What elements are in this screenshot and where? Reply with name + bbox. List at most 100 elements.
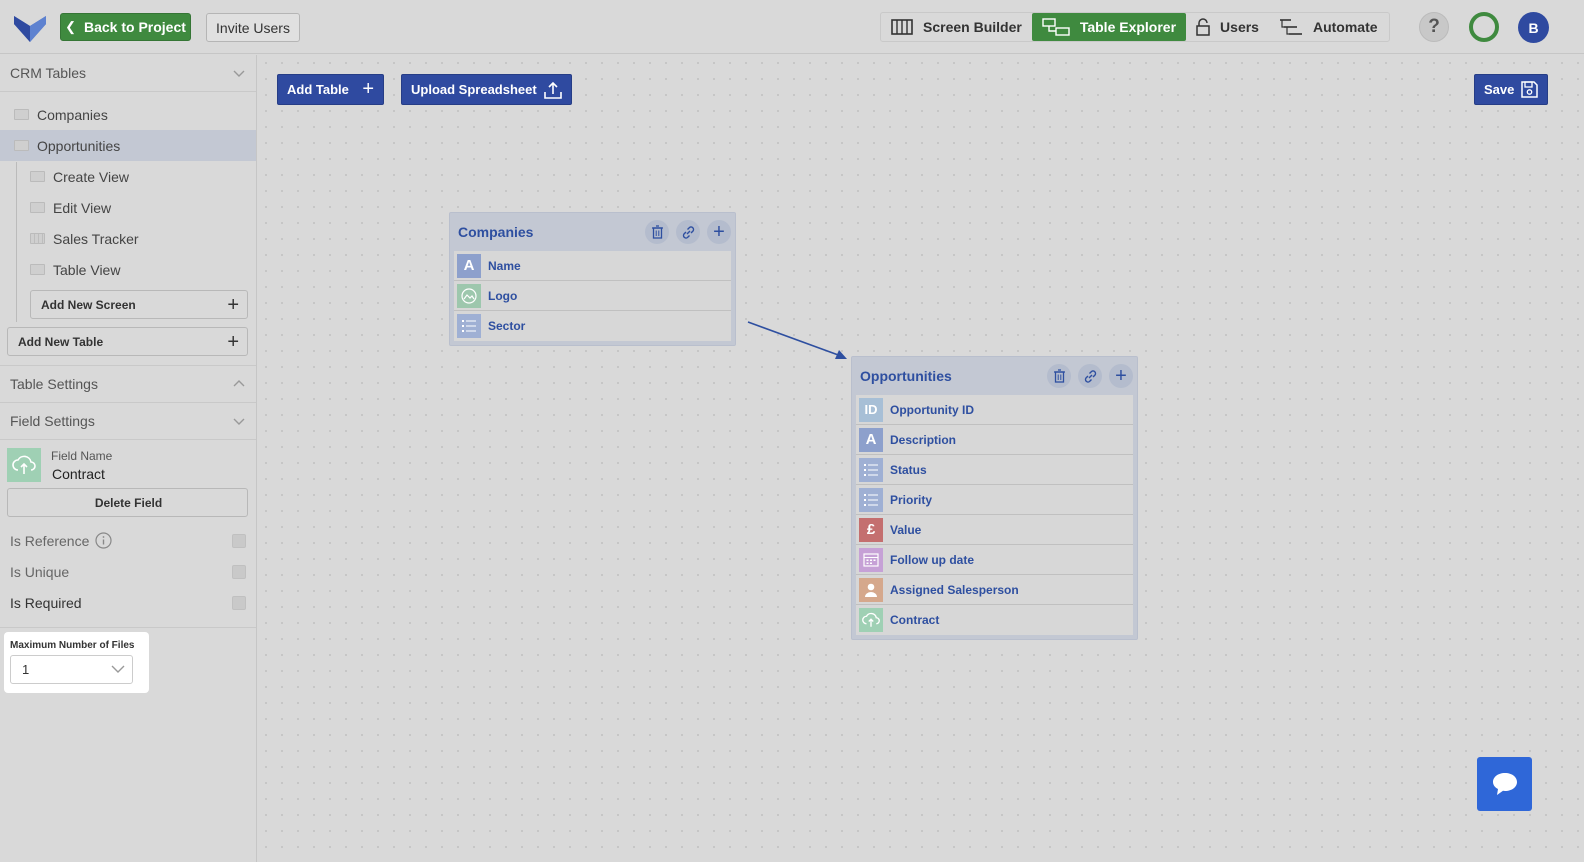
- field-row[interactable]: £ Value: [856, 515, 1133, 545]
- max-files-select[interactable]: 1: [10, 655, 133, 684]
- delete-field-button[interactable]: Delete Field: [7, 488, 248, 517]
- add-field-button[interactable]: +: [1109, 364, 1133, 388]
- field-row[interactable]: A Name: [454, 251, 731, 281]
- screen-item-table-view[interactable]: Table View: [0, 254, 256, 285]
- add-table-button[interactable]: Add Table +: [277, 74, 384, 105]
- table-icon: [14, 109, 29, 120]
- nav-screen-builder-label: Screen Builder: [923, 19, 1022, 35]
- chevron-down-icon: [233, 70, 245, 77]
- save-icon: [1521, 81, 1538, 98]
- field-row[interactable]: Contract: [856, 605, 1133, 635]
- nav-automate[interactable]: Automate: [1269, 13, 1388, 41]
- add-field-button[interactable]: +: [707, 220, 731, 244]
- nav-table-explorer[interactable]: Table Explorer: [1031, 13, 1187, 41]
- field-name: Value: [890, 522, 922, 537]
- screen-item-sales-tracker[interactable]: Sales Tracker: [0, 223, 256, 254]
- pound-icon: £: [859, 517, 883, 542]
- table-item-companies[interactable]: Companies: [0, 99, 256, 130]
- field-row[interactable]: Logo: [454, 281, 731, 311]
- nav-users[interactable]: Users: [1186, 13, 1269, 41]
- field-name: Opportunity ID: [890, 402, 974, 417]
- upload-spreadsheet-button[interactable]: Upload Spreadsheet: [401, 74, 572, 105]
- link-table-button[interactable]: [676, 220, 700, 244]
- crm-tables-header[interactable]: CRM Tables: [0, 55, 256, 92]
- add-table-label: Add Table: [287, 82, 349, 97]
- field-name-label: Field Name: [51, 449, 113, 463]
- table-settings-title: Table Settings: [10, 376, 98, 392]
- chevron-down-icon: [111, 665, 125, 673]
- screen-icon: [30, 202, 45, 213]
- is-unique-label: Is Unique: [10, 563, 70, 580]
- field-settings-header[interactable]: Field Settings: [0, 403, 256, 440]
- save-button[interactable]: Save: [1474, 74, 1548, 105]
- field-row[interactable]: Assigned Salesperson: [856, 575, 1133, 605]
- relationship-arrow[interactable]: [743, 315, 863, 375]
- link-icon: [1084, 369, 1096, 383]
- kanban-icon: [30, 233, 45, 244]
- invite-users-button[interactable]: Invite Users: [206, 13, 300, 42]
- lock-icon: [1196, 18, 1210, 36]
- screen-item-create-view[interactable]: Create View: [0, 161, 256, 192]
- chevron-left-icon: ❮: [65, 19, 76, 34]
- list-icon: [457, 314, 481, 338]
- table-settings-header[interactable]: Table Settings: [0, 366, 256, 403]
- field-row[interactable]: Sector: [454, 311, 731, 341]
- delete-table-button[interactable]: [645, 220, 669, 244]
- is-unique-checkbox[interactable]: [232, 564, 246, 579]
- table-item-label: Companies: [37, 106, 108, 123]
- info-icon[interactable]: [95, 532, 112, 549]
- table-card-opportunities[interactable]: Opportunities + ID Opportunity ID A Descrip…: [851, 356, 1138, 640]
- plus-icon: +: [713, 221, 725, 243]
- back-to-project-button[interactable]: ❮ Back to Project: [60, 13, 191, 41]
- plus-icon: +: [227, 293, 239, 316]
- trash-icon: [651, 225, 663, 239]
- screen-item-edit-view[interactable]: Edit View: [0, 192, 256, 223]
- field-row[interactable]: Follow up date: [856, 545, 1133, 575]
- top-bar: ❮ Back to Project Invite Users Screen Bu…: [0, 0, 1584, 54]
- table-explorer-icon: [1042, 18, 1070, 36]
- image-icon: [457, 283, 481, 308]
- chat-button[interactable]: [1477, 757, 1532, 811]
- delete-table-button[interactable]: [1047, 364, 1071, 388]
- person-icon: [859, 577, 883, 602]
- table-item-opportunities[interactable]: Opportunities: [0, 130, 256, 161]
- plus-icon: +: [362, 78, 374, 100]
- id-icon: ID: [859, 397, 883, 422]
- main-nav: Screen Builder Table Explorer Users Auto…: [880, 12, 1390, 42]
- plus-icon: +: [227, 330, 239, 353]
- help-button[interactable]: ?: [1419, 12, 1449, 42]
- field-settings-title: Field Settings: [10, 413, 95, 429]
- field-name-value[interactable]: Contract: [52, 466, 105, 482]
- save-label: Save: [1484, 82, 1515, 97]
- table-canvas[interactable]: Add Table + Upload Spreadsheet Save Comp…: [258, 55, 1584, 862]
- field-list: ID Opportunity ID A Description Status Priori…: [856, 395, 1133, 635]
- field-name: Logo: [488, 288, 518, 303]
- is-reference-checkbox[interactable]: [232, 533, 246, 548]
- link-table-button[interactable]: [1078, 364, 1102, 388]
- field-name: Follow up date: [890, 552, 974, 567]
- upload-icon: [544, 81, 562, 99]
- columns-icon: [891, 19, 913, 35]
- screen-item-label: Sales Tracker: [53, 230, 139, 247]
- nav-users-label: Users: [1220, 19, 1259, 35]
- is-required-checkbox[interactable]: [232, 595, 246, 610]
- user-avatar[interactable]: B: [1518, 12, 1549, 43]
- add-new-screen-button[interactable]: Add New Screen +: [30, 290, 248, 319]
- screen-item-label: Edit View: [53, 199, 112, 216]
- add-new-table-button[interactable]: Add New Table +: [7, 327, 248, 356]
- app-logo-icon[interactable]: [14, 12, 46, 42]
- max-files-panel: Maximum Number of Files 1: [4, 632, 149, 693]
- field-row[interactable]: A Description: [856, 425, 1133, 455]
- table-card-title: Companies: [458, 224, 534, 240]
- field-row[interactable]: Priority: [856, 485, 1133, 515]
- table-card-companies[interactable]: Companies + A Name Logo Sector: [449, 212, 736, 346]
- screen-icon: [30, 264, 45, 275]
- status-ring-icon[interactable]: [1469, 12, 1499, 42]
- nav-automate-label: Automate: [1312, 19, 1378, 35]
- text-icon: A: [457, 253, 481, 278]
- field-row[interactable]: ID Opportunity ID: [856, 395, 1133, 425]
- nav-screen-builder[interactable]: Screen Builder: [881, 13, 1032, 41]
- is-required-row: Is Required: [0, 587, 256, 618]
- max-files-label: Maximum Number of Files: [10, 640, 135, 651]
- field-row[interactable]: Status: [856, 455, 1133, 485]
